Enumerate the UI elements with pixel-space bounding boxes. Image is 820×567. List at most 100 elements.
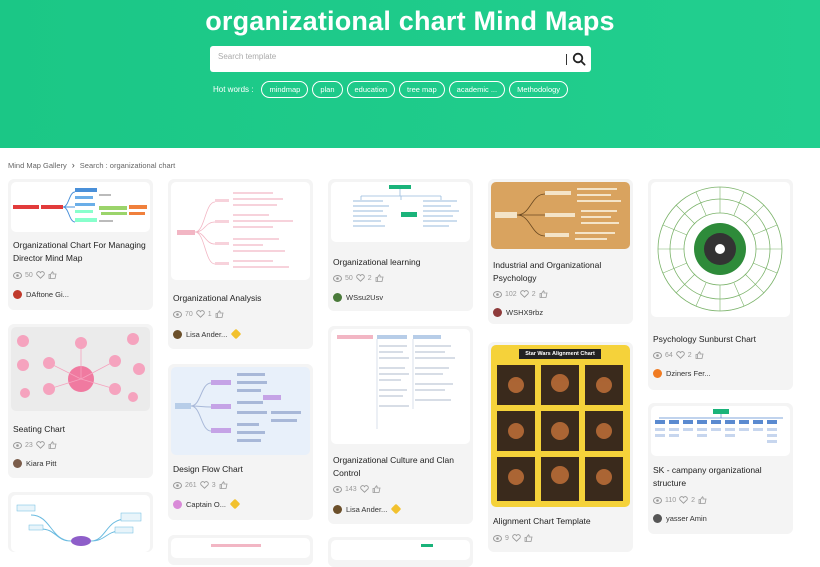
sunburst-thumbnail-image xyxy=(657,186,783,312)
card-thumbnail xyxy=(331,182,470,242)
thumbs-up-icon[interactable] xyxy=(219,481,228,489)
heart-icon[interactable] xyxy=(512,534,521,542)
eye-icon xyxy=(653,496,662,504)
view-count: 110 xyxy=(665,496,677,504)
search-icon[interactable] xyxy=(572,52,586,66)
hot-word-education[interactable]: education xyxy=(346,80,396,98)
thumbs-up-icon[interactable] xyxy=(695,351,704,359)
search-box[interactable] xyxy=(210,46,591,72)
heart-icon[interactable] xyxy=(36,271,45,279)
avatar xyxy=(493,308,502,317)
mindmap-thumbnail-image xyxy=(177,192,293,268)
hot-word-plan[interactable]: plan xyxy=(312,80,343,98)
card-title[interactable]: Seating Chart xyxy=(13,423,151,436)
thumbs-up-icon[interactable] xyxy=(48,441,57,449)
breadcrumb-home[interactable]: Mind Map Gallery xyxy=(8,161,67,170)
template-card[interactable]: Organizational Analysis 70 1 Lisa Ander.… xyxy=(168,179,313,349)
heart-icon[interactable] xyxy=(519,290,529,298)
search-input[interactable] xyxy=(218,52,558,61)
card-title[interactable]: Industrial and Organizational Psychology xyxy=(493,259,631,285)
eye-icon xyxy=(493,534,502,542)
template-card[interactable]: Star Wars Alignment Chart Alignment Char… xyxy=(488,342,633,552)
view-count: 9 xyxy=(505,534,509,542)
org-chart-thumbnail-image xyxy=(655,409,783,443)
card-thumbnail xyxy=(491,182,630,249)
avatar xyxy=(13,459,22,468)
card-thumbnail xyxy=(651,182,790,317)
card-title[interactable]: Organizational learning xyxy=(333,256,471,269)
card-title[interactable]: SK - campany organizational structure xyxy=(653,464,791,490)
card-title[interactable]: Design Flow Chart xyxy=(173,463,311,476)
breadcrumb: Mind Map Gallery › Search : organization… xyxy=(8,160,175,170)
flowchart-thumbnail-image xyxy=(175,373,301,442)
eye-icon xyxy=(493,290,502,298)
template-card[interactable] xyxy=(8,492,153,552)
template-card[interactable]: SK - campany organizational structure 11… xyxy=(648,403,793,534)
template-card[interactable]: Design Flow Chart 261 3 Captain O... xyxy=(168,364,313,520)
like-count: 2 xyxy=(687,351,692,359)
seating-chart-thumbnail-image xyxy=(17,333,145,402)
template-card[interactable]: Seating Chart 23 Kiara Pitt xyxy=(8,324,153,478)
author-name[interactable]: WSsu2Usv xyxy=(346,293,383,302)
hot-word-tree-map[interactable]: tree map xyxy=(399,80,445,98)
thumbs-up-icon[interactable] xyxy=(698,496,707,504)
like-count: 3 xyxy=(211,481,216,489)
thumbs-up-icon[interactable] xyxy=(215,310,224,318)
author-name[interactable]: Captain O... xyxy=(186,500,226,509)
card-title[interactable]: Psychology Sunburst Chart xyxy=(653,333,791,346)
card-title[interactable]: Alignment Chart Template xyxy=(493,515,631,528)
author-name[interactable]: Dziners Fer... xyxy=(666,369,711,378)
thumbs-up-icon[interactable] xyxy=(48,271,57,279)
card-thumbnail xyxy=(651,406,790,456)
hot-word-mindmap[interactable]: mindmap xyxy=(261,80,309,98)
author-name[interactable]: yasser Amin xyxy=(666,514,707,523)
avatar xyxy=(173,499,182,509)
eye-icon xyxy=(13,271,22,279)
template-card[interactable]: Organizational Chart For Managing Direct… xyxy=(8,179,153,310)
eye-icon xyxy=(333,274,342,282)
card-title[interactable]: Organizational Chart For Managing Direct… xyxy=(13,239,151,265)
heart-icon[interactable] xyxy=(679,496,688,504)
author-name[interactable]: Lisa Ander... xyxy=(346,505,387,514)
breadcrumb-search: Search : organizational chart xyxy=(79,160,176,170)
template-card[interactable]: Industrial and Organizational Psychology… xyxy=(488,179,633,324)
view-count: 261 xyxy=(185,481,197,489)
vip-badge-icon xyxy=(230,328,242,340)
hero-banner: organizational chart Mind Maps xyxy=(0,0,820,148)
heart-icon[interactable] xyxy=(199,481,209,489)
template-card[interactable] xyxy=(328,537,473,567)
heart-icon[interactable] xyxy=(36,441,45,449)
heart-icon[interactable] xyxy=(676,351,685,359)
eye-icon xyxy=(653,351,662,359)
author-name[interactable]: WSHX9rbz xyxy=(506,308,543,317)
mindmap-thumbnail-image xyxy=(353,185,459,227)
card-thumbnail xyxy=(331,540,470,560)
thumbs-up-icon[interactable] xyxy=(524,534,533,542)
template-card[interactable]: Organizational Culture and Clan Control … xyxy=(328,326,473,524)
avatar xyxy=(653,514,662,523)
hot-word-academic[interactable]: academic ... xyxy=(448,80,506,98)
view-count: 50 xyxy=(25,271,33,279)
hot-words: Hot words : mindmap plan education tree … xyxy=(213,80,569,98)
card-title[interactable]: Organizational Culture and Clan Control xyxy=(333,454,471,480)
card-thumbnail xyxy=(171,182,310,280)
heart-icon[interactable] xyxy=(359,485,369,493)
thumbs-up-icon[interactable] xyxy=(375,274,384,282)
thumbs-up-icon[interactable] xyxy=(539,290,548,298)
author-name[interactable]: Kiara Pitt xyxy=(26,459,56,468)
eye-icon xyxy=(173,481,182,489)
mindmap-thumbnail-image xyxy=(337,335,455,429)
hot-word-methodology[interactable]: Methodology xyxy=(509,80,569,98)
view-count: 143 xyxy=(345,485,357,493)
author-name[interactable]: Lisa Ander... xyxy=(186,330,227,339)
heart-icon[interactable] xyxy=(196,310,205,318)
template-card[interactable] xyxy=(168,535,313,565)
card-title[interactable]: Organizational Analysis xyxy=(173,292,311,305)
template-card[interactable]: Organizational learning 50 2 WSsu2Usv xyxy=(328,179,473,311)
heart-icon[interactable] xyxy=(356,274,365,282)
template-card[interactable]: Psychology Sunburst Chart 64 2 Dziners F… xyxy=(648,179,793,390)
mindmap-thumbnail-image xyxy=(495,188,621,240)
like-count: 2 xyxy=(367,274,372,282)
thumbs-up-icon[interactable] xyxy=(372,485,381,493)
author-name[interactable]: DAftone Gi... xyxy=(26,290,69,299)
